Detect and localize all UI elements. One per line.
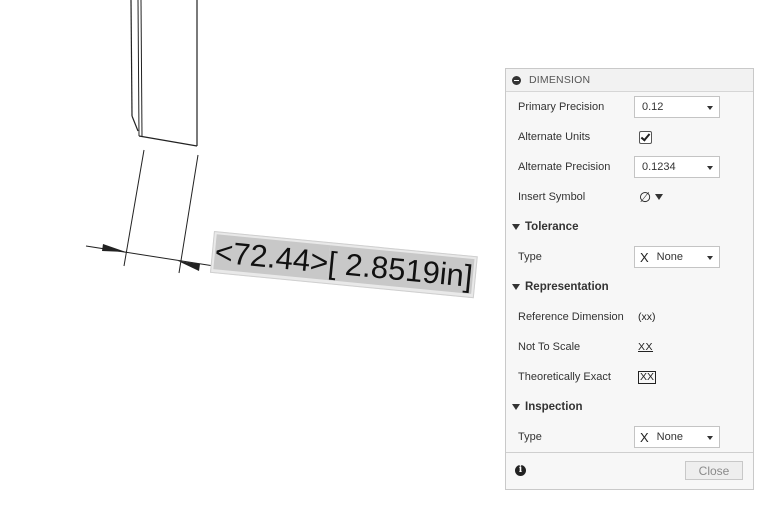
none-x-icon: X: [640, 429, 649, 445]
panel-title: DIMENSION: [529, 74, 591, 86]
primary-precision-value: 0.12: [642, 101, 664, 113]
theoretically-exact-label: Theoretically Exact: [518, 371, 611, 383]
part-edge-bottom: [138, 135, 198, 147]
row-theoretically-exact: Theoretically Exact XX: [506, 362, 753, 392]
row-tolerance-type: Type X None: [506, 242, 753, 272]
tolerance-type-value: None: [656, 251, 683, 263]
inspection-type-dropdown[interactable]: X None: [634, 426, 720, 448]
alternate-precision-dropdown[interactable]: 0.1234: [634, 156, 720, 178]
primary-precision-dropdown[interactable]: 0.12: [634, 96, 720, 118]
diameter-symbol-icon: ∅: [639, 188, 652, 205]
none-x-icon: X: [640, 249, 649, 265]
part-edge-left: [130, 0, 133, 117]
extension-line-right: [178, 154, 199, 274]
expanded-triangle-icon: [512, 284, 520, 290]
not-to-scale-toggle[interactable]: XX: [638, 341, 653, 353]
row-reference-dimension: Reference Dimension (xx): [506, 302, 753, 332]
inspection-type-label: Type: [518, 431, 542, 443]
arrowhead-left: [102, 244, 126, 252]
chevron-down-icon: [707, 256, 713, 260]
section-inspection[interactable]: Inspection: [506, 392, 753, 422]
reference-dimension-toggle[interactable]: (xx): [638, 311, 656, 323]
not-to-scale-label: Not To Scale: [518, 341, 581, 353]
alternate-precision-value: 0.1234: [642, 161, 676, 173]
alternate-precision-label: Alternate Precision: [518, 161, 611, 173]
chevron-down-icon: [707, 436, 713, 440]
row-not-to-scale: Not To Scale XX: [506, 332, 753, 362]
expanded-triangle-icon: [512, 404, 520, 410]
row-alternate-units: Alternate Units: [506, 122, 753, 152]
insert-symbol-label: Insert Symbol: [518, 191, 586, 203]
caret-down-icon: [655, 194, 664, 200]
part-edge-chamfer: [131, 115, 139, 132]
dimension-primary-value: <72.44>: [213, 234, 330, 281]
panel-footer: i Close: [506, 453, 753, 489]
part-edge-inner-1: [137, 0, 140, 137]
arrowhead-right: [178, 261, 200, 271]
insert-symbol-button[interactable]: ∅: [639, 188, 664, 206]
inspection-type-value: None: [656, 431, 683, 443]
alternate-units-checkbox[interactable]: [639, 130, 652, 144]
inspection-heading: Inspection: [525, 401, 583, 413]
expanded-triangle-icon: [512, 224, 520, 230]
tolerance-type-label: Type: [518, 251, 542, 263]
dimension-panel: DIMENSION Primary Precision 0.12 Alterna…: [505, 68, 754, 490]
tolerance-heading: Tolerance: [525, 221, 579, 233]
panel-header[interactable]: DIMENSION: [506, 69, 753, 92]
chevron-down-icon: [707, 106, 713, 110]
section-tolerance[interactable]: Tolerance: [506, 212, 753, 242]
collapse-icon[interactable]: [512, 75, 521, 85]
part-edge-inner-2: [140, 0, 143, 138]
tolerance-type-dropdown[interactable]: X None: [634, 246, 720, 268]
row-inspection-type: Type X None: [506, 422, 753, 452]
info-icon[interactable]: i: [515, 465, 526, 476]
section-representation[interactable]: Representation: [506, 272, 753, 302]
row-alternate-precision: Alternate Precision 0.1234: [506, 152, 753, 182]
row-insert-symbol: Insert Symbol ∅: [506, 182, 753, 212]
close-button[interactable]: Close: [685, 461, 743, 480]
panel-body: Primary Precision 0.12 Alternate Units A…: [506, 92, 753, 453]
theoretically-exact-toggle[interactable]: XX: [638, 370, 657, 384]
alternate-units-label: Alternate Units: [518, 131, 591, 143]
reference-dimension-label: Reference Dimension: [518, 311, 624, 323]
drawing-canvas[interactable]: <72.44>[ 2.8519in]: [0, 0, 500, 516]
row-primary-precision: Primary Precision 0.12: [506, 92, 753, 122]
extension-line-left: [123, 149, 145, 267]
primary-precision-label: Primary Precision: [518, 101, 605, 113]
chevron-down-icon: [707, 166, 713, 170]
representation-heading: Representation: [525, 281, 609, 293]
